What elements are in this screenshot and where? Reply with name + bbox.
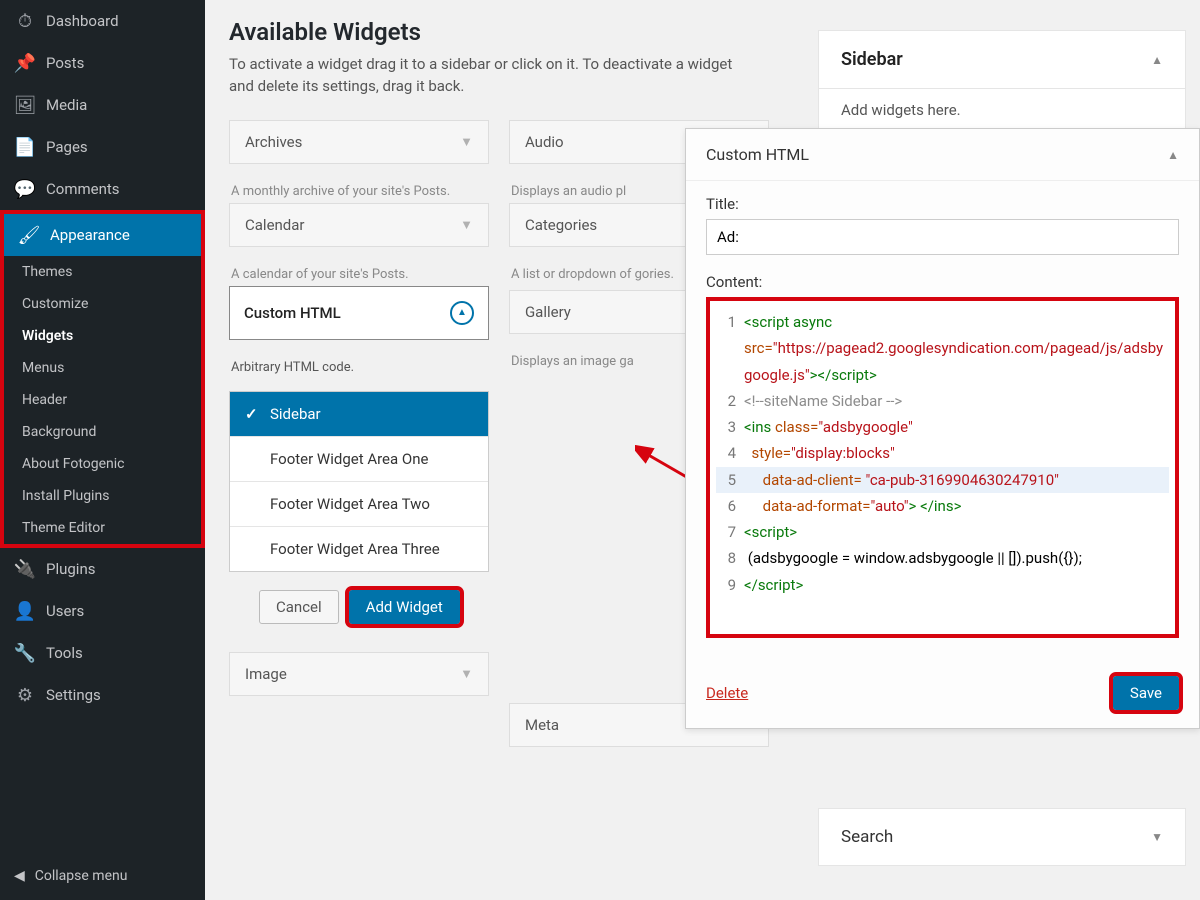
chevron-down-icon: ▼ [1151, 830, 1163, 844]
wrench-icon: 🔧 [14, 642, 36, 664]
area-footer-1[interactable]: Footer Widget Area One [230, 437, 488, 482]
sidebar-item-comments[interactable]: 💬 Comments [0, 168, 205, 210]
widget-title: Categories [525, 216, 597, 234]
sidebar-area-header[interactable]: Sidebar ▲ [818, 30, 1186, 89]
area-sidebar[interactable]: Sidebar [230, 392, 488, 437]
plugin-icon: 🔌 [14, 558, 36, 580]
sidebar-sub-widgets[interactable]: Widgets [4, 320, 201, 352]
chevron-down-icon: ▼ [460, 217, 473, 233]
widget-custom-html[interactable]: Custom HTML ▲ [229, 286, 489, 340]
sidebar-sub-background[interactable]: Background [4, 416, 201, 448]
sidebar-label: Posts [46, 54, 84, 72]
collapse-label: Collapse menu [35, 868, 128, 884]
delete-link[interactable]: Delete [706, 684, 748, 702]
collapse-menu[interactable]: ◀ Collapse menu [0, 858, 205, 894]
brush-icon: 🖌 [18, 224, 40, 246]
widget-area-list: Sidebar Footer Widget Area One Footer Wi… [229, 391, 489, 572]
line-number: 1 [716, 309, 744, 335]
area-footer-2[interactable]: Footer Widget Area Two [230, 482, 488, 527]
widget-title: Gallery [525, 303, 571, 321]
search-title: Search [841, 827, 893, 847]
panel-title: Custom HTML [706, 145, 809, 164]
cancel-button[interactable]: Cancel [259, 590, 339, 624]
sidebar-sub-editor[interactable]: Theme Editor [4, 512, 201, 544]
sidebar-label: Pages [46, 138, 88, 156]
sidebar-sub-menus[interactable]: Menus [4, 352, 201, 384]
sidebar-item-plugins[interactable]: 🔌 Plugins [0, 548, 205, 590]
sidebar-sub-install[interactable]: Install Plugins [4, 480, 201, 512]
sidebar-label: Users [46, 602, 84, 620]
sidebar-sub-customize[interactable]: Customize [4, 288, 201, 320]
chevron-up-icon[interactable]: ▲ [450, 301, 474, 325]
sidebar-sub-header[interactable]: Header [4, 384, 201, 416]
area-title: Sidebar [841, 49, 903, 70]
sidebar-item-pages[interactable]: 📄 Pages [0, 126, 205, 168]
title-input[interactable] [706, 219, 1179, 255]
sidebar-item-tools[interactable]: 🔧 Tools [0, 632, 205, 674]
line-number: 9 [716, 572, 744, 598]
sidebar-label: Settings [46, 686, 101, 704]
title-label: Title: [706, 195, 1179, 213]
chevron-up-icon: ▲ [1151, 53, 1163, 67]
sidebar-label: Comments [46, 180, 120, 198]
widget-title: Audio [525, 133, 564, 151]
sidebar-item-settings[interactable]: ⚙ Settings [0, 674, 205, 716]
sidebar-item-dashboard[interactable]: ⏱ Dashboard [0, 0, 205, 42]
sidebar-sub-themes[interactable]: Themes [4, 256, 201, 288]
dashboard-icon: ⏱ [14, 10, 36, 32]
line-number: 3 [716, 414, 744, 440]
widget-calendar[interactable]: Calendar ▼ [229, 203, 489, 247]
custom-html-panel: Custom HTML ▲ Title: Content: 1<script a… [685, 128, 1200, 729]
widget-title: Archives [245, 133, 302, 151]
line-number: 6 [716, 493, 744, 519]
line-number: 2 [716, 388, 744, 414]
chevron-down-icon: ▼ [460, 666, 473, 682]
sidebar-label: Appearance [50, 226, 130, 244]
line-number: 4 [716, 440, 744, 466]
gear-icon: ⚙ [14, 684, 36, 706]
sidebar-item-users[interactable]: 👤 Users [0, 590, 205, 632]
widget-desc: Arbitrary HTML code. [229, 350, 489, 379]
sidebar-item-media[interactable]: 🖼 Media [0, 84, 205, 126]
widget-title: Calendar [245, 216, 305, 234]
line-number: 8 [716, 545, 744, 571]
page-desc: To activate a widget drag it to a sideba… [229, 54, 759, 98]
comment-icon: 💬 [14, 178, 36, 200]
chevron-down-icon: ▼ [460, 134, 473, 150]
admin-sidebar: ⏱ Dashboard 📌 Posts 🖼 Media 📄 Pages 💬 Comment… [0, 0, 205, 900]
sidebar-sub-about[interactable]: About Fotogenic [4, 448, 201, 480]
widget-image[interactable]: Image ▼ [229, 652, 489, 696]
widget-desc: A monthly archive of your site's Posts. [229, 174, 489, 203]
pin-icon: 📌 [14, 52, 36, 74]
code-editor[interactable]: 1<script async src="https://pagead2.goog… [706, 297, 1179, 638]
add-widget-button[interactable]: Add Widget [349, 590, 460, 624]
sidebar-label: Plugins [46, 560, 95, 578]
user-icon: 👤 [14, 600, 36, 622]
chevron-up-icon: ▲ [1167, 148, 1179, 162]
main-content: Available Widgets To activate a widget d… [205, 0, 1200, 900]
sidebar-item-appearance[interactable]: 🖌 Appearance [4, 214, 201, 256]
sidebar-label: Dashboard [46, 12, 119, 30]
sidebar-label: Media [46, 96, 87, 114]
content-label: Content: [706, 273, 1179, 291]
sidebar-label: Tools [46, 644, 83, 662]
area-footer-3[interactable]: Footer Widget Area Three [230, 527, 488, 571]
page-icon: 📄 [14, 136, 36, 158]
save-button[interactable]: Save [1113, 676, 1179, 710]
media-icon: 🖼 [14, 94, 36, 116]
widget-title: Custom HTML [244, 304, 341, 322]
widget-desc: A calendar of your site's Posts. [229, 257, 489, 286]
sidebar-widget-area: Sidebar ▲ Add widgets here. [818, 0, 1186, 138]
line-number: 5 [716, 467, 744, 493]
search-widget-area[interactable]: Search ▼ [818, 808, 1186, 866]
collapse-icon: ◀ [14, 868, 25, 884]
widget-title: Image [245, 665, 287, 683]
line-number: 7 [716, 519, 744, 545]
appearance-group: 🖌 Appearance Themes Customize Widgets Men… [0, 210, 205, 548]
widget-archives[interactable]: Archives ▼ [229, 120, 489, 164]
sidebar-item-posts[interactable]: 📌 Posts [0, 42, 205, 84]
panel-header[interactable]: Custom HTML ▲ [686, 129, 1199, 181]
widget-title: Meta [525, 716, 559, 734]
